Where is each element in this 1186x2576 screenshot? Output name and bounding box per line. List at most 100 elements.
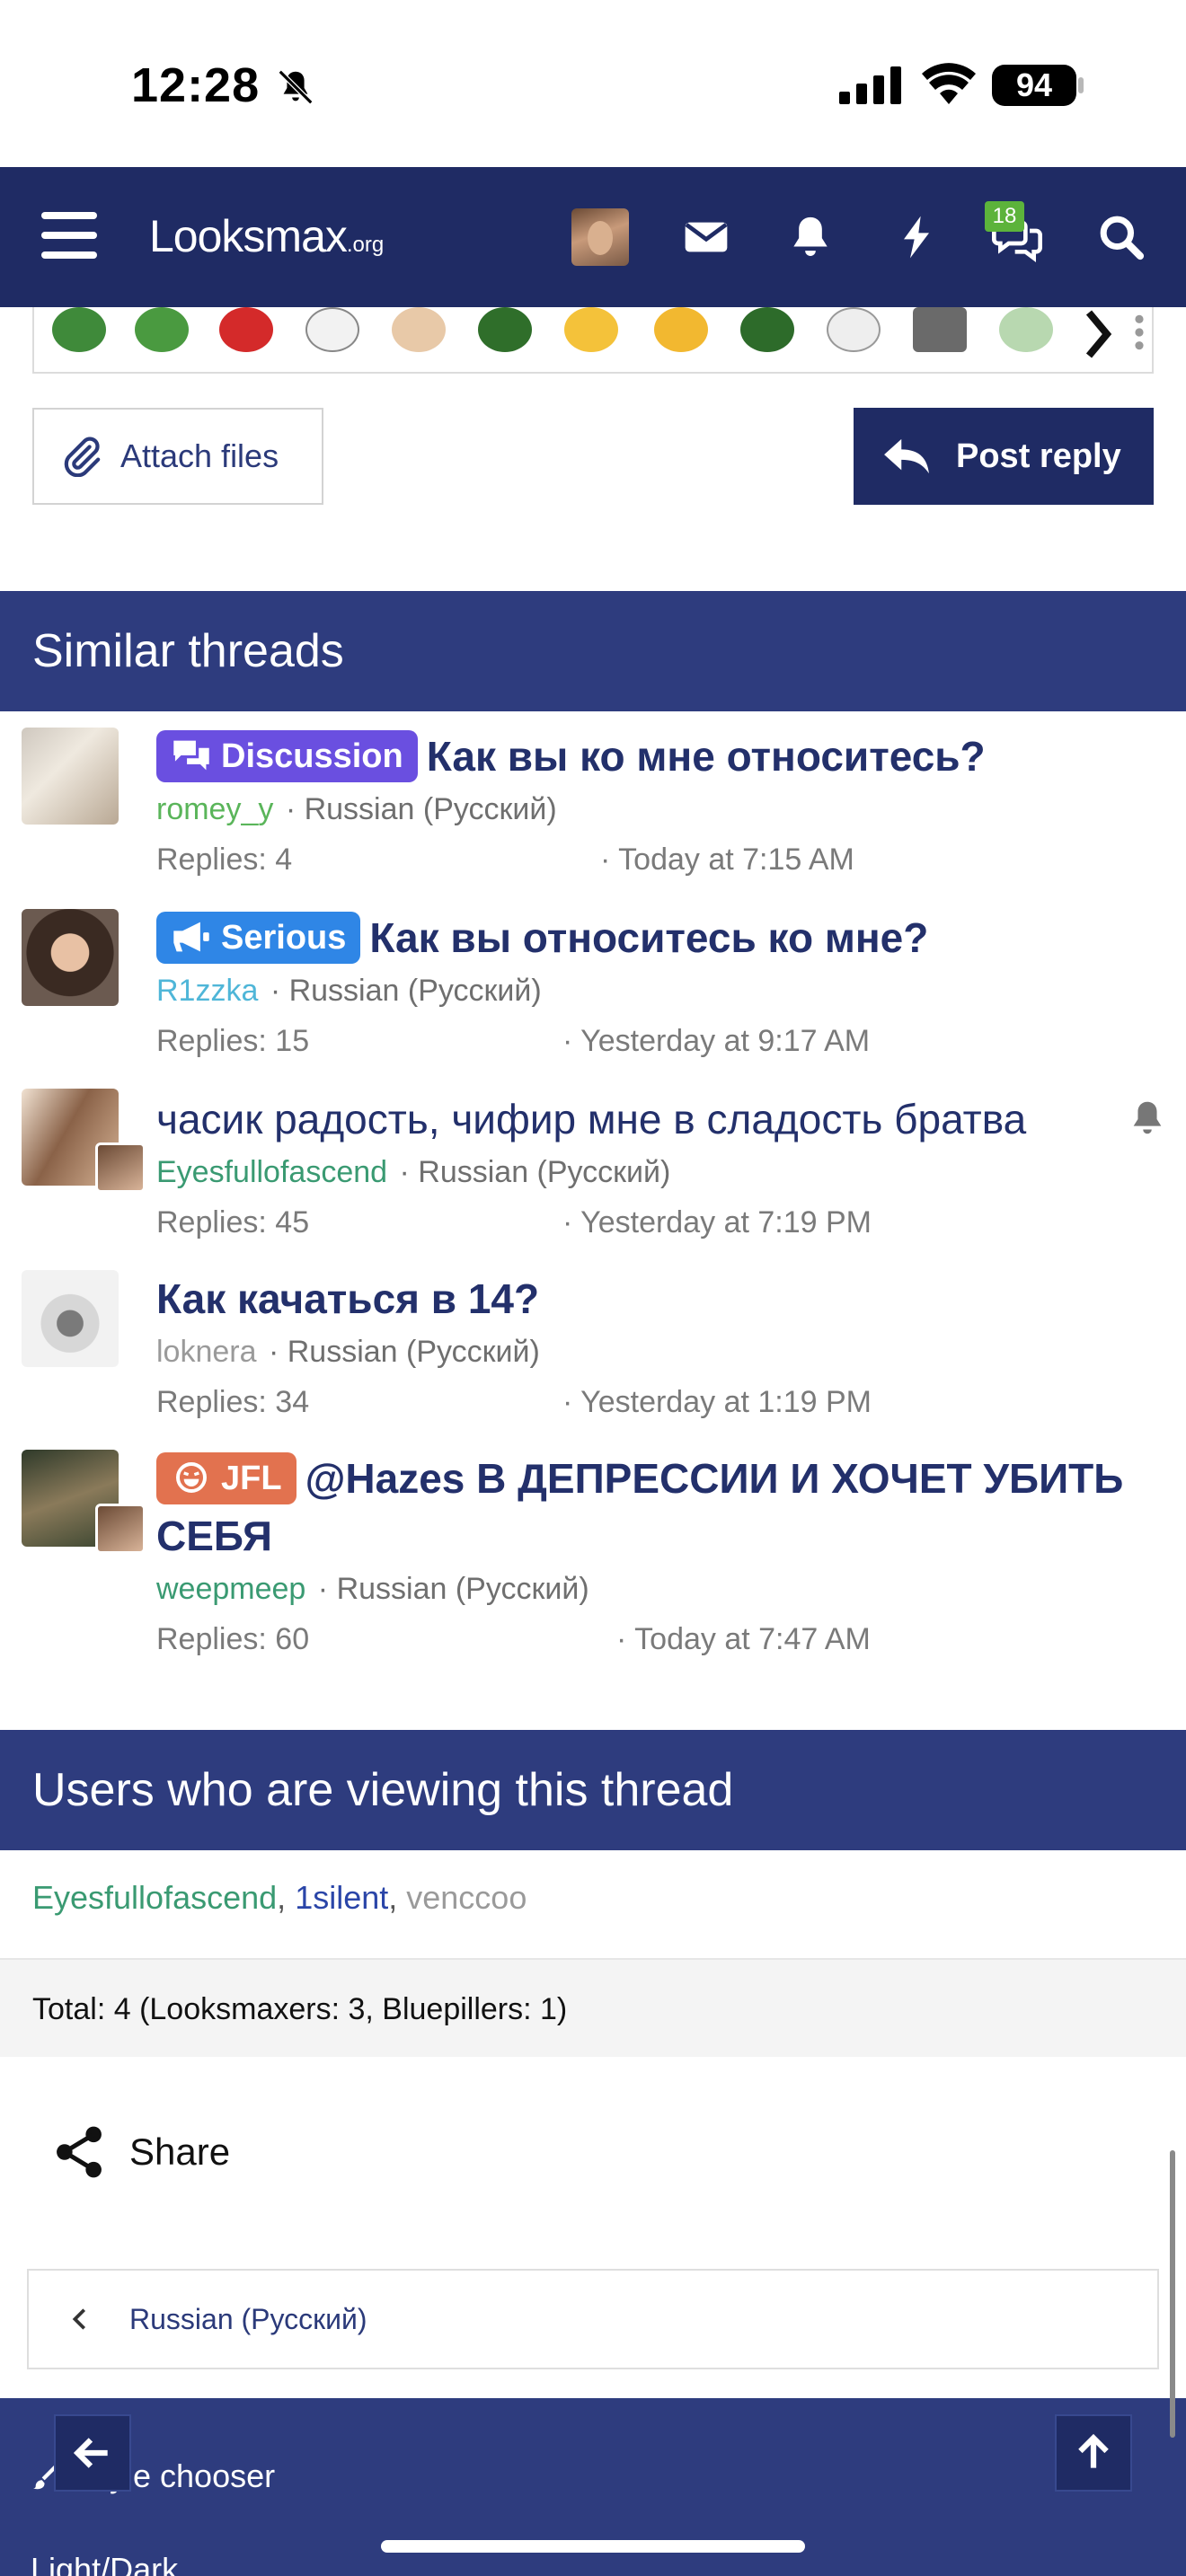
logo-text: Looksmax	[149, 211, 348, 261]
envelope-icon[interactable]	[681, 212, 731, 262]
last-poster-avatar[interactable]	[95, 1142, 146, 1193]
share-button[interactable]: Share	[54, 2125, 230, 2179]
thread-avatar[interactable]	[22, 728, 119, 825]
thread-forum[interactable]: Russian (Русский)	[288, 1335, 540, 1369]
prefix-label: Serious	[221, 919, 347, 957]
grinning-emoji[interactable]	[654, 307, 708, 352]
home-indicator[interactable]	[381, 2540, 805, 2553]
wifi-icon	[922, 63, 976, 104]
discussion-prefix-badge: Discussion	[156, 730, 418, 782]
thread-stats: Replies: 15 · Yesterday at 9:17 AM	[156, 1015, 1163, 1067]
thread-author[interactable]: weepmeep	[156, 1572, 305, 1606]
viewer-link[interactable]: 1silent	[295, 1879, 388, 1916]
thread-stats: Replies: 34 · Yesterday at 1:19 PM	[156, 1376, 1163, 1428]
site-logo[interactable]: Looksmax.org	[149, 210, 384, 262]
thread-date: · Yesterday at 7:19 PM	[562, 1205, 872, 1239]
megaphone-icon	[173, 922, 209, 952]
chevron-right-icon[interactable]	[1080, 307, 1116, 361]
bell-icon[interactable]	[785, 212, 836, 262]
status-bar: 12:28 94	[0, 0, 1186, 167]
viewers-list: Eyesfullofascend, 1silent, venccoo	[32, 1879, 527, 1917]
breadcrumb-label: Russian (Русский)	[129, 2302, 367, 2335]
page-scrollbar[interactable]	[1170, 2150, 1175, 2438]
arrow-left-icon	[73, 2438, 108, 2468]
cellular-signal-icon	[839, 66, 901, 104]
last-poster-avatar[interactable]	[95, 1504, 146, 1554]
prefix-label: Discussion	[221, 737, 403, 775]
thread-meta: romey_y · Russian (Русский)	[156, 792, 557, 826]
thread-forum[interactable]: Russian (Русский)	[289, 974, 542, 1008]
viewers-total: Total: 4 (Looksmaxers: 3, Bluepillers: 1…	[0, 1958, 1186, 2057]
viewer-separator: ,	[277, 1879, 296, 1916]
conversations-badge: 18	[985, 201, 1024, 232]
partial-emoji[interactable]	[999, 307, 1053, 352]
thread-avatar[interactable]	[22, 1270, 119, 1367]
more-vertical-icon[interactable]	[1132, 313, 1146, 352]
share-label: Share	[129, 2130, 231, 2173]
heart-emoji[interactable]	[219, 307, 273, 352]
search-icon[interactable]	[1096, 212, 1146, 262]
thread-title[interactable]: часик радость, чифир мне в сладость брат…	[156, 1090, 1163, 1148]
thread-title[interactable]: Discussion Как вы ко мне относитесь?	[156, 728, 1163, 785]
viewer-link[interactable]: Eyesfullofascend	[32, 1879, 277, 1916]
pepe-emoji[interactable]	[52, 307, 106, 352]
thread-title[interactable]: Serious Как вы относитесь ко мне?	[156, 909, 1163, 966]
pepe-sunglasses-emoji[interactable]	[478, 307, 532, 352]
lightning-icon[interactable]	[891, 212, 942, 262]
thread-title-text: Как вы относитесь ко мне?	[369, 914, 929, 961]
thread-author[interactable]: romey_y	[156, 792, 273, 826]
thread-replies: Replies: 60	[156, 1622, 310, 1656]
thread-meta: loknera · Russian (Русский)	[156, 1335, 540, 1369]
thread-author[interactable]: Eyesfullofascend	[156, 1155, 387, 1189]
thread-title[interactable]: Как качаться в 14?	[156, 1270, 1163, 1328]
thread-forum[interactable]: Russian (Русский)	[337, 1572, 589, 1606]
thread-date: · Today at 7:47 AM	[616, 1622, 871, 1656]
thread-replies: Replies: 4	[156, 842, 293, 877]
thread-title[interactable]: JFL @Hazes В ДЕПРЕССИИ И ХОЧЕТ УБИТЬ СЕБ…	[156, 1450, 1163, 1565]
light-dark-toggle[interactable]: Light/Dark	[31, 2551, 178, 2576]
post-reply-button[interactable]: Post reply	[854, 408, 1154, 505]
viewer-link[interactable]: venccoo	[406, 1879, 527, 1916]
thread-author[interactable]: loknera	[156, 1335, 257, 1369]
logo-suffix: .org	[346, 233, 385, 257]
bell-off-icon	[278, 69, 314, 105]
thread-forum[interactable]: Russian (Русский)	[305, 792, 557, 826]
meme-face-emoji[interactable]	[392, 307, 446, 352]
thread-title-text: Как вы ко мне относитесь?	[426, 733, 986, 780]
thread-date: · Today at 7:15 AM	[600, 842, 854, 877]
laughing-emoji[interactable]	[564, 307, 618, 352]
thread-avatar[interactable]	[22, 909, 119, 1006]
pepe-emoji[interactable]	[135, 307, 189, 352]
pepe-angry-emoji[interactable]	[740, 307, 794, 352]
thread-replies: Replies: 34	[156, 1385, 310, 1419]
viewer-separator: ,	[388, 1879, 407, 1916]
thread-replies: Replies: 15	[156, 1024, 310, 1058]
thread-date: · Yesterday at 9:17 AM	[562, 1024, 871, 1058]
chat-bubbles-icon	[173, 740, 209, 771]
attach-files-button[interactable]: Attach files	[32, 408, 323, 505]
thread-meta: Eyesfullofascend · Russian (Русский)	[156, 1155, 671, 1189]
sticker-emoji[interactable]	[913, 307, 967, 352]
battery-tip	[1078, 77, 1084, 93]
attach-files-label: Attach files	[120, 437, 279, 474]
meme-face-emoji[interactable]	[827, 307, 881, 352]
meme-face-emoji[interactable]	[305, 307, 359, 352]
battery-indicator: 94	[992, 65, 1076, 106]
thread-author[interactable]: R1zzka	[156, 974, 258, 1008]
breadcrumb[interactable]: Russian (Русский)	[27, 2269, 1159, 2369]
thread-stats: Replies: 60 · Today at 7:47 AM	[156, 1613, 1163, 1665]
users-viewing-heading: Users who are viewing this thread	[0, 1730, 1186, 1850]
share-icon	[57, 2126, 102, 2178]
arrow-up-icon	[1078, 2433, 1109, 2468]
jfl-prefix-badge: JFL	[156, 1452, 296, 1504]
prefix-label: JFL	[221, 1460, 282, 1497]
thread-stats: Replies: 45 · Yesterday at 7:19 PM	[156, 1196, 1163, 1248]
scroll-top-button[interactable]	[1055, 2414, 1132, 2492]
laughing-face-icon	[176, 1462, 207, 1493]
chevron-left-icon	[72, 2308, 86, 2330]
back-button[interactable]	[54, 2414, 131, 2492]
similar-threads-heading: Similar threads	[0, 591, 1186, 711]
user-avatar[interactable]	[571, 208, 629, 266]
thread-forum[interactable]: Russian (Русский)	[418, 1155, 670, 1189]
menu-button[interactable]	[41, 212, 97, 259]
